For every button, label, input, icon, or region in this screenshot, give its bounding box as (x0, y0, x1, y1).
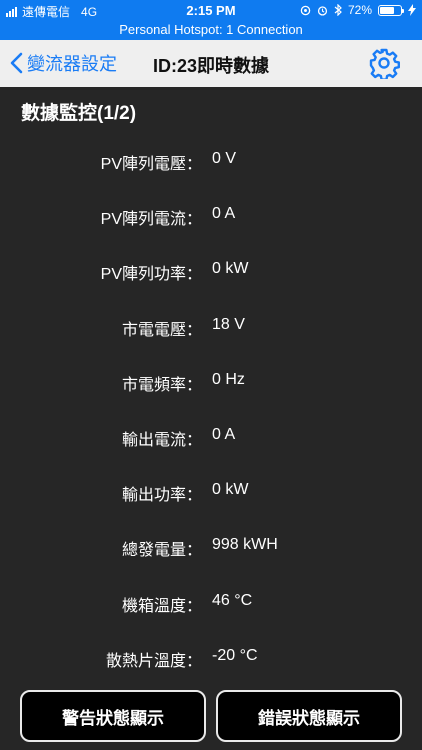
section-title: 數據監控(1/2) (21, 103, 137, 124)
gear-icon[interactable] (368, 47, 400, 79)
metric-pv-voltage: PV陣列電壓： 0 V (0, 138, 422, 193)
back-button-label: 變流器設定 (27, 54, 117, 74)
metric-value: 0 V (212, 150, 237, 167)
charging-icon (408, 4, 416, 16)
metrics-list: PV陣列電壓： 0 V PV陣列電流： 0 A PV陣列功率： 0 kW 市電電… (0, 138, 422, 690)
metric-value: -20 °C (212, 646, 258, 664)
status-bar: 遠傳電信 4G 2:15 PM 72% (0, 0, 422, 20)
back-button[interactable]: 變流器設定 (10, 50, 117, 76)
metric-total-energy: 總發電量： 998 kWH (0, 524, 422, 579)
error-status-button[interactable]: 錯誤狀態顯示 (216, 690, 402, 742)
location-icon (300, 5, 311, 15)
bluetooth-icon (334, 4, 342, 16)
metric-label: 機箱溫度： (121, 597, 202, 615)
metric-cabinet-temperature: 機箱溫度： 46 °C (0, 580, 422, 635)
metric-value: 0 A (212, 425, 236, 443)
metric-label: 散熱片溫度： (105, 652, 202, 670)
metric-label: 總發電量： (121, 542, 202, 560)
status-bar-right: 72% (300, 3, 416, 17)
hotspot-banner[interactable]: Personal Hotspot: 1 Connection (0, 20, 422, 40)
metric-label: 輸出電流： (121, 431, 202, 449)
metric-pv-power: PV陣列功率： 0 kW (0, 248, 422, 303)
metric-label: PV陣列電壓： (100, 156, 202, 173)
bottom-button-bar: 警告狀態顯示 錯誤狀態顯示 (20, 690, 402, 742)
metric-label: 輸出功率： (121, 487, 202, 505)
metric-heatsink-temperature: 散熱片溫度： -20 °C (0, 635, 422, 690)
chevron-left-icon (10, 52, 23, 74)
metric-label: PV陣列電流： (100, 211, 202, 229)
metric-value: 0 Hz (212, 370, 245, 388)
metric-value: 18 V (212, 315, 245, 333)
metric-value: 998 kWH (212, 536, 278, 554)
metric-value: 0 kW (212, 260, 249, 278)
metric-value: 0 A (212, 205, 236, 223)
metric-label: PV陣列功率： (100, 266, 202, 284)
navigation-bar: 變流器設定 ID:23即時數據 (0, 40, 422, 87)
metric-pv-current: PV陣列電流： 0 A (0, 193, 422, 248)
metric-output-current: 輸出電流： 0 A (0, 414, 422, 469)
metric-label: 市電頻率： (121, 376, 202, 394)
metric-grid-voltage: 市電電壓： 18 V (0, 304, 422, 359)
metric-value: 0 kW (212, 481, 249, 499)
battery-icon (378, 4, 404, 16)
metric-label: 市電電壓： (121, 321, 202, 339)
battery-percent: 72% (347, 3, 372, 17)
metric-value: 46 °C (212, 591, 253, 609)
metric-grid-frequency: 市電頻率： 0 Hz (0, 359, 422, 414)
warning-status-button[interactable]: 警告狀態顯示 (20, 690, 206, 742)
alarm-icon (317, 5, 328, 16)
metric-output-power: 輸出功率： 0 kW (0, 469, 422, 524)
